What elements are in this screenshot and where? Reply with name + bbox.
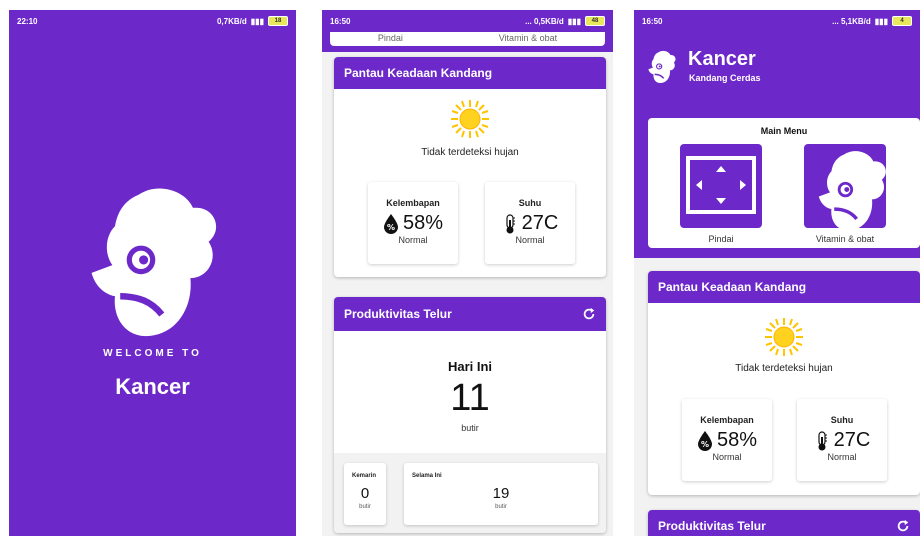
today-unit: butir — [461, 423, 479, 433]
temperature-card: Suhu 27C Normal — [485, 182, 575, 264]
status-time: 22:10 — [17, 16, 38, 26]
humidity-status: Normal — [398, 235, 428, 245]
egg-card-header: Produktivitas Telur — [648, 510, 920, 536]
temperature-value: 27C — [521, 212, 559, 234]
humidity-drop-icon — [697, 431, 713, 451]
yesterday-value: 0 — [360, 485, 370, 502]
today-label: Hari Ini — [447, 359, 493, 374]
status-time: 16:50 — [330, 16, 351, 26]
splash-screen: 22:10 0,7KB/d ▮▮▮ 18 WELCOME TO Kancer — [9, 10, 296, 536]
egg-productivity-card: Produktivitas Telur — [648, 510, 920, 536]
humidity-label: Kelembapan — [386, 198, 440, 208]
brand-name: Kancer — [115, 374, 190, 399]
welcome-text: WELCOME TO — [103, 348, 202, 359]
temperature-value: 27C — [833, 429, 871, 451]
status-bar: 16:50 ... 0,5KB/d ▮▮▮ 48 — [322, 10, 613, 32]
egg-card-title: Produktivitas Telur — [658, 519, 766, 533]
rain-status: Tidak terdeteksi hujan — [421, 147, 519, 158]
scan-icon — [686, 156, 756, 214]
monitor-card-title: Pantau Keadaan Kandang — [344, 66, 493, 80]
egg-card-header: Produktivitas Telur — [334, 297, 606, 331]
chicken-logo-icon — [646, 50, 678, 84]
humidity-label: Kelembapan — [700, 415, 754, 425]
menu-item-pindai[interactable]: Pindai — [378, 32, 403, 46]
vitamin-button[interactable] — [804, 144, 886, 228]
sun-icon — [450, 99, 490, 139]
refresh-icon[interactable] — [896, 519, 910, 533]
battery-icon: 48 — [585, 16, 605, 26]
total-card: Selama Ini 19 butir — [404, 463, 598, 525]
status-bar: 22:10 0,7KB/d ▮▮▮ 18 — [9, 10, 296, 32]
scan-label: Pindai — [708, 234, 734, 244]
temperature-label: Suhu — [518, 198, 542, 208]
status-bar: 16:50 ... 5,1KB/d ▮▮▮ 4 — [634, 10, 920, 32]
battery-icon: 4 — [892, 16, 912, 26]
thermometer-icon — [502, 214, 518, 234]
dashboard-scrolled-screen: 16:50 ... 0,5KB/d ▮▮▮ 48 Pindai Vitamin … — [322, 10, 613, 536]
status-network: ... 5,1KB/d — [832, 16, 871, 26]
chicken-logo-icon — [89, 180, 219, 345]
temperature-card: Suhu 27C Normal — [797, 399, 887, 481]
main-menu-title: Main Menu — [760, 126, 808, 136]
humidity-card: Kelembapan 58% Normal — [368, 182, 458, 264]
status-network: ... 0,5KB/d — [525, 16, 564, 26]
egg-card-title: Produktivitas Telur — [344, 307, 452, 321]
app-title: Kancer — [688, 48, 756, 70]
rain-status: Tidak terdeteksi hujan — [735, 363, 833, 374]
main-menu-card: Main Menu Pindai Vitamin & obat — [648, 118, 920, 248]
monitor-card-title: Pantau Keadaan Kandang — [658, 280, 807, 294]
today-value: 11 — [450, 377, 490, 419]
total-value: 19 — [492, 485, 510, 502]
signal-icon: ▮▮▮ — [250, 16, 264, 26]
status-time: 16:50 — [642, 16, 663, 26]
signal-icon: ▮▮▮ — [874, 16, 888, 26]
monitor-card: Pantau Keadaan Kandang Tidak terdeteksi … — [334, 57, 606, 277]
thermometer-icon — [814, 431, 830, 451]
egg-productivity-card: Produktivitas Telur Hari Ini 11 butir Ke… — [334, 297, 606, 533]
yesterday-label: Kemarin — [352, 473, 377, 479]
temperature-label: Suhu — [830, 415, 854, 425]
vitamin-label: Vitamin & obat — [815, 234, 875, 244]
humidity-value: 58% — [402, 212, 444, 234]
yesterday-unit: butir — [359, 504, 371, 510]
menu-strip: Pindai Vitamin & obat — [330, 32, 605, 46]
humidity-card: Kelembapan 58% Normal — [682, 399, 772, 481]
chicken-icon — [804, 144, 886, 228]
total-label: Selama Ini — [412, 473, 442, 479]
signal-icon: ▮▮▮ — [567, 16, 581, 26]
status-network: 0,7KB/d — [216, 16, 247, 26]
temperature-status: Normal — [515, 235, 545, 245]
menu-item-vitamin[interactable]: Vitamin & obat — [499, 32, 557, 46]
monitor-card-header: Pantau Keadaan Kandang — [648, 271, 920, 303]
app-subtitle: Kandang Cerdas — [689, 73, 761, 83]
monitor-card: Pantau Keadaan Kandang Tidak terdeteksi … — [648, 271, 920, 495]
scan-button[interactable] — [680, 144, 762, 228]
humidity-drop-icon — [383, 214, 399, 234]
monitor-card-header: Pantau Keadaan Kandang — [334, 57, 606, 89]
temperature-status: Normal — [827, 452, 857, 462]
humidity-value: 58% — [716, 429, 758, 451]
sun-icon — [764, 317, 804, 357]
dashboard-screen: 16:50 ... 5,1KB/d ▮▮▮ 4 Kancer Kandang C… — [634, 10, 920, 536]
refresh-icon[interactable] — [582, 307, 596, 321]
humidity-status: Normal — [712, 452, 742, 462]
total-unit: butir — [495, 504, 507, 510]
battery-icon: 18 — [268, 16, 288, 26]
yesterday-card: Kemarin 0 butir — [344, 463, 386, 525]
